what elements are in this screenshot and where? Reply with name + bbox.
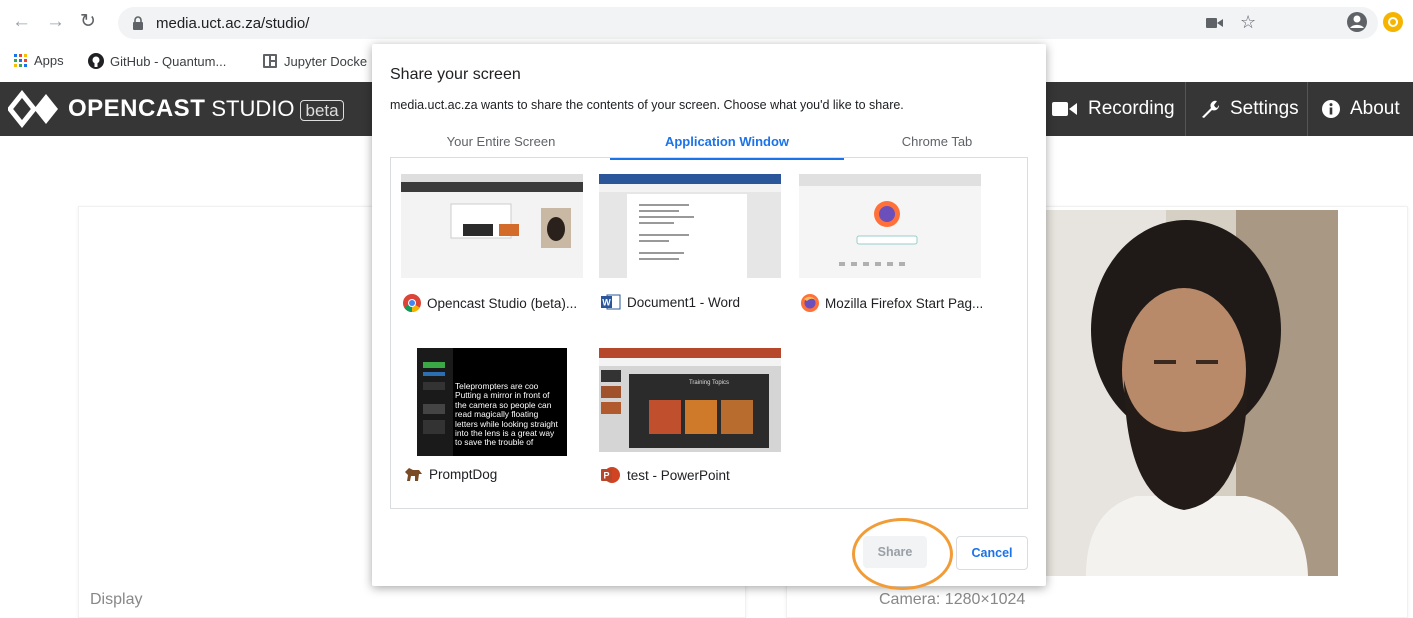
app-product: STUDIO xyxy=(211,96,295,121)
window-list: Opencast Studio (beta)... W Document1 - … xyxy=(390,157,1028,509)
cancel-button[interactable]: Cancel xyxy=(956,536,1028,570)
apps-grid-icon xyxy=(14,53,27,67)
nav-label: About xyxy=(1350,98,1400,119)
wrench-icon xyxy=(1202,100,1220,118)
reload-icon[interactable]: ↻ xyxy=(80,12,96,32)
tab-application-window[interactable]: Application Window xyxy=(610,130,844,160)
bookmark-label: Jupyter Docke xyxy=(284,53,368,69)
window-title: Opencast Studio (beta)... xyxy=(427,295,578,311)
window-title: Mozilla Firefox Start Pag... xyxy=(825,295,984,311)
extension-icon[interactable] xyxy=(1381,10,1405,34)
nav-label: Settings xyxy=(1230,98,1299,119)
lock-icon xyxy=(133,16,143,30)
browser-toolbar: ← → ↻ media.uct.ac.za/studio/ ☆ xyxy=(0,0,1413,44)
window-item[interactable]: W Document1 - Word xyxy=(591,170,781,320)
firefox-icon xyxy=(801,294,819,312)
window-label: Mozilla Firefox Start Pag... xyxy=(801,294,983,312)
nav-recording[interactable]: Recording xyxy=(1038,82,1189,136)
teleprompter-text: Teleprompters are coo Putting a mirror i… xyxy=(455,381,558,448)
address-bar[interactable]: media.uct.ac.za/studio/ ☆ xyxy=(118,7,1378,39)
tab-chrome-tab[interactable]: Chrome Tab xyxy=(846,130,1028,158)
window-title: PromptDog xyxy=(429,466,498,482)
bookmark-jupyter[interactable]: Jupyter Docke xyxy=(262,53,367,69)
svg-text:W: W xyxy=(602,298,611,308)
window-item[interactable]: Mozilla Firefox Start Pag... xyxy=(791,170,983,320)
opencast-logo-icon xyxy=(8,90,58,128)
bookmark-label: Apps xyxy=(34,53,64,68)
nav-label: Recording xyxy=(1088,98,1175,119)
window-label: P test - PowerPoint xyxy=(601,466,730,484)
nav-settings[interactable]: Settings xyxy=(1185,82,1313,136)
window-label: W Document1 - Word xyxy=(601,294,740,310)
promptdog-icon xyxy=(405,468,422,481)
dialog-description: media.uct.ac.za wants to share the conte… xyxy=(390,98,904,112)
nav-about[interactable]: About xyxy=(1307,82,1413,136)
window-thumbnail: Teleprompters are coo Putting a mirror i… xyxy=(417,348,567,456)
camera-preview xyxy=(1046,210,1338,576)
window-title: Document1 - Word xyxy=(627,294,741,310)
powerpoint-icon: P xyxy=(601,467,620,483)
window-thumbnail: Training Topics xyxy=(599,348,781,452)
bookmark-apps[interactable]: Apps xyxy=(14,53,64,68)
window-thumbnail xyxy=(799,174,981,278)
video-camera-icon xyxy=(1052,102,1077,116)
app-brand: OPENCAST xyxy=(68,95,206,122)
share-tabs: Your Entire Screen Application Window Ch… xyxy=(390,130,1028,160)
bookmark-github[interactable]: GitHub - Quantum... xyxy=(88,53,226,69)
tab-entire-screen[interactable]: Your Entire Screen xyxy=(390,130,612,158)
dialog-title: Share your screen xyxy=(390,66,521,83)
display-label: Display xyxy=(90,591,143,608)
window-label: Opencast Studio (beta)... xyxy=(403,294,577,312)
jupyter-icon xyxy=(263,54,277,68)
window-title: test - PowerPoint xyxy=(627,467,730,483)
star-icon[interactable]: ☆ xyxy=(1240,12,1256,33)
window-thumbnail xyxy=(599,174,781,278)
slide-title: Training Topics xyxy=(688,380,730,386)
github-icon xyxy=(88,53,104,69)
profile-icon[interactable] xyxy=(1345,10,1369,34)
url-text: media.uct.ac.za/studio/ xyxy=(156,15,310,32)
bookmark-label: GitHub - Quantum... xyxy=(110,53,227,69)
share-highlight-ring xyxy=(852,518,953,590)
sidebar-preview-icon xyxy=(417,348,453,456)
camera-label: Camera: 1280×1024 xyxy=(879,591,1026,608)
beta-badge: beta xyxy=(300,100,344,121)
window-thumbnail xyxy=(401,174,583,278)
word-icon: W xyxy=(601,294,621,310)
share-screen-dialog: Share your screen media.uct.ac.za wants … xyxy=(372,44,1046,586)
window-item[interactable]: Opencast Studio (beta)... xyxy=(393,170,583,320)
window-item[interactable]: Training Topics P test - PowerPoint xyxy=(591,344,781,494)
app-logo[interactable]: OPENCAST STUDIO beta xyxy=(8,90,344,128)
camera-indicator-icon[interactable] xyxy=(1206,17,1224,29)
forward-icon[interactable]: → xyxy=(46,12,65,32)
window-label: PromptDog xyxy=(403,466,497,482)
slide-preview-icon xyxy=(599,348,781,448)
svg-text:P: P xyxy=(603,471,609,481)
chrome-icon xyxy=(403,294,421,312)
camera-person-image xyxy=(1046,210,1338,576)
info-icon xyxy=(1322,100,1340,118)
back-icon[interactable]: ← xyxy=(12,12,31,32)
window-item[interactable]: Teleprompters are coo Putting a mirror i… xyxy=(393,344,583,494)
